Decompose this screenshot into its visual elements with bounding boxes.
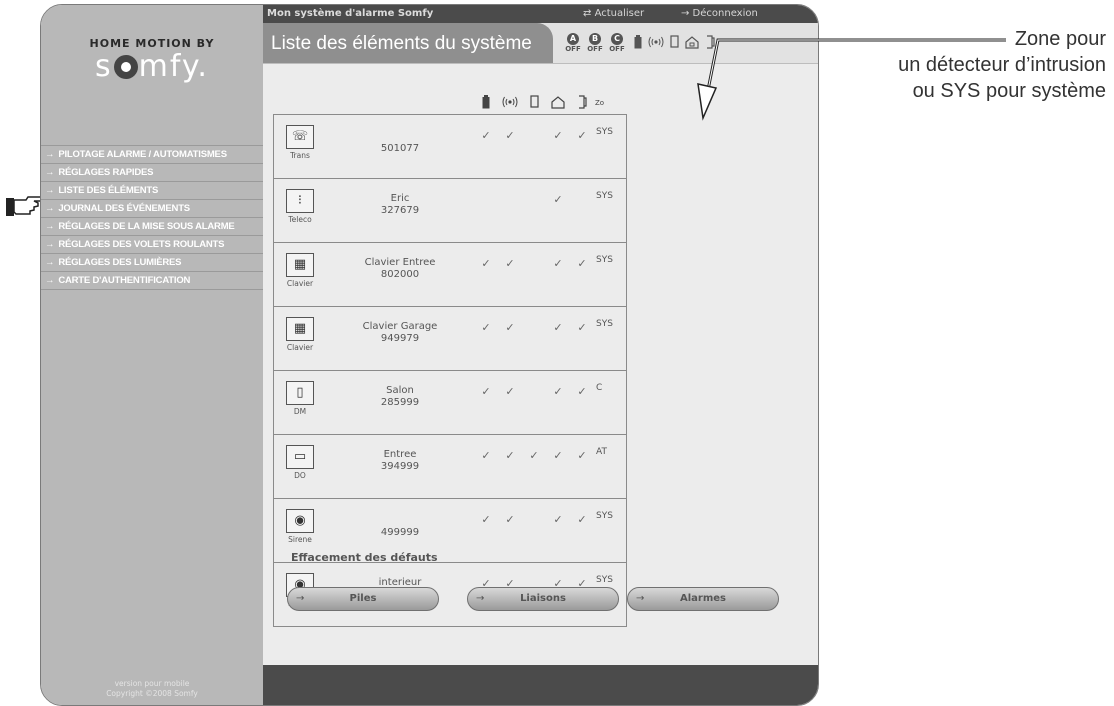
annotation-arrow [697,38,1006,121]
